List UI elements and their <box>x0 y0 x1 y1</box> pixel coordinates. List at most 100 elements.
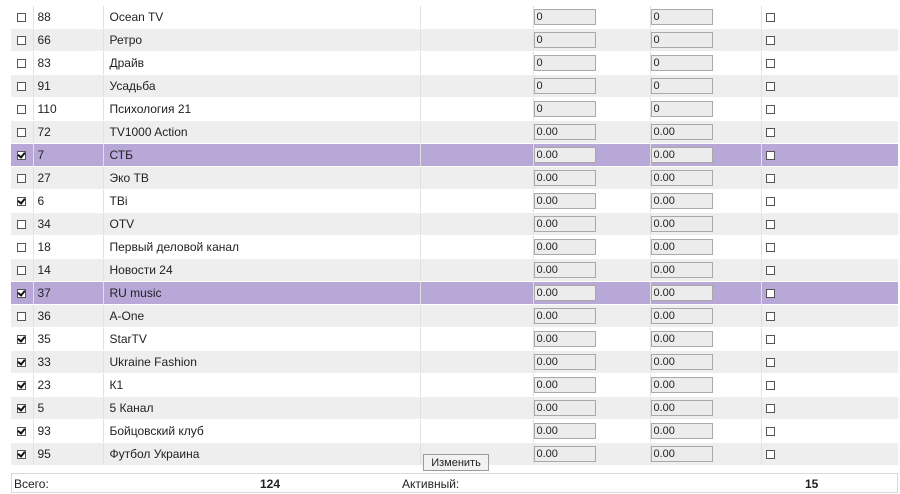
table-row: 18 Первый деловой канал <box>11 235 898 259</box>
row-flag-checkbox[interactable] <box>765 128 775 138</box>
row-select-checkbox[interactable] <box>17 427 27 437</box>
channel-name: 5 Канал <box>103 396 421 420</box>
value2-input[interactable] <box>650 147 713 163</box>
value1-input[interactable] <box>533 446 596 462</box>
value1-input[interactable] <box>533 377 596 393</box>
table-row: 23 К1 <box>11 373 898 397</box>
row-flag-checkbox[interactable] <box>765 243 775 253</box>
value1-input[interactable] <box>533 239 596 255</box>
table-row: 55 Канал <box>11 396 898 420</box>
empty-cell <box>420 6 534 29</box>
row-flag-checkbox[interactable] <box>765 151 775 161</box>
flag-cell <box>761 235 898 259</box>
table-row: 27 Эко ТВ <box>11 166 898 190</box>
value1-input[interactable] <box>533 193 596 209</box>
row-select-checkbox[interactable] <box>17 128 27 138</box>
row-select-checkbox[interactable] <box>17 312 27 322</box>
row-select-checkbox[interactable] <box>17 59 27 69</box>
value2-input[interactable] <box>650 377 713 393</box>
row-select-checkbox[interactable] <box>17 220 27 230</box>
update-button[interactable]: Изменить <box>423 454 489 471</box>
row-select-checkbox[interactable] <box>17 381 27 391</box>
row-flag-checkbox[interactable] <box>765 266 775 276</box>
value2-input[interactable] <box>650 262 713 278</box>
row-flag-checkbox[interactable] <box>765 450 775 460</box>
value1-input[interactable] <box>533 308 596 324</box>
value2-input[interactable] <box>650 308 713 324</box>
empty-cell <box>420 143 534 167</box>
row-flag-checkbox[interactable] <box>765 220 775 230</box>
value2-input[interactable] <box>650 32 713 48</box>
value2-input[interactable] <box>650 239 713 255</box>
row-flag-checkbox[interactable] <box>765 36 775 46</box>
row-flag-checkbox[interactable] <box>765 59 775 69</box>
value1-input[interactable] <box>533 423 596 439</box>
value1-input[interactable] <box>533 124 596 140</box>
value1-input[interactable] <box>533 354 596 370</box>
row-select-checkbox[interactable] <box>17 105 27 115</box>
value2-input[interactable] <box>650 354 713 370</box>
value2-input[interactable] <box>650 101 713 117</box>
row-select-checkbox[interactable] <box>17 174 27 184</box>
empty-cell <box>420 51 534 75</box>
table-row: 93 Бойцовский клуб <box>11 419 898 443</box>
row-select-checkbox[interactable] <box>17 13 27 23</box>
row-flag-checkbox[interactable] <box>765 335 775 345</box>
row-flag-checkbox[interactable] <box>765 197 775 207</box>
row-flag-checkbox[interactable] <box>765 174 775 184</box>
row-flag-checkbox[interactable] <box>765 289 775 299</box>
table-row: 72 TV1000 Action <box>11 120 898 144</box>
row-select-checkbox[interactable] <box>17 36 27 46</box>
value2-input[interactable] <box>650 55 713 71</box>
row-select-checkbox[interactable] <box>17 450 27 460</box>
row-flag-checkbox[interactable] <box>765 404 775 414</box>
value2-cell <box>650 281 762 305</box>
value2-input[interactable] <box>650 78 713 94</box>
row-flag-checkbox[interactable] <box>765 105 775 115</box>
empty-cell <box>420 166 534 190</box>
value1-input[interactable] <box>533 55 596 71</box>
value2-input[interactable] <box>650 400 713 416</box>
value1-input[interactable] <box>533 32 596 48</box>
value1-input[interactable] <box>533 331 596 347</box>
value1-input[interactable] <box>533 400 596 416</box>
select-cell <box>11 143 34 167</box>
value2-input[interactable] <box>650 170 713 186</box>
row-select-checkbox[interactable] <box>17 335 27 345</box>
row-select-checkbox[interactable] <box>17 151 27 161</box>
row-flag-checkbox[interactable] <box>765 427 775 437</box>
row-flag-checkbox[interactable] <box>765 358 775 368</box>
value2-input[interactable] <box>650 9 713 25</box>
value1-input[interactable] <box>533 170 596 186</box>
row-select-checkbox[interactable] <box>17 266 27 276</box>
value2-input[interactable] <box>650 423 713 439</box>
value2-input[interactable] <box>650 331 713 347</box>
value1-input[interactable] <box>533 78 596 94</box>
value1-input[interactable] <box>533 262 596 278</box>
row-select-checkbox[interactable] <box>17 404 27 414</box>
select-cell <box>11 6 34 29</box>
value2-input[interactable] <box>650 124 713 140</box>
value1-cell <box>533 74 651 98</box>
value1-input[interactable] <box>533 147 596 163</box>
row-select-checkbox[interactable] <box>17 197 27 207</box>
value2-input[interactable] <box>650 193 713 209</box>
value1-input[interactable] <box>533 216 596 232</box>
row-select-checkbox[interactable] <box>17 358 27 368</box>
channel-name: OTV <box>103 212 421 236</box>
row-flag-checkbox[interactable] <box>765 13 775 23</box>
value2-input[interactable] <box>650 285 713 301</box>
row-flag-checkbox[interactable] <box>765 381 775 391</box>
row-select-checkbox[interactable] <box>17 289 27 299</box>
value1-input[interactable] <box>533 9 596 25</box>
flag-cell <box>761 212 898 236</box>
value1-input[interactable] <box>533 101 596 117</box>
row-select-checkbox[interactable] <box>17 82 27 92</box>
channel-name: Ukraine Fashion <box>103 350 421 374</box>
value2-input[interactable] <box>650 216 713 232</box>
value1-input[interactable] <box>533 285 596 301</box>
row-select-checkbox[interactable] <box>17 243 27 253</box>
row-flag-checkbox[interactable] <box>765 312 775 322</box>
value2-input[interactable] <box>650 446 713 462</box>
row-flag-checkbox[interactable] <box>765 82 775 92</box>
